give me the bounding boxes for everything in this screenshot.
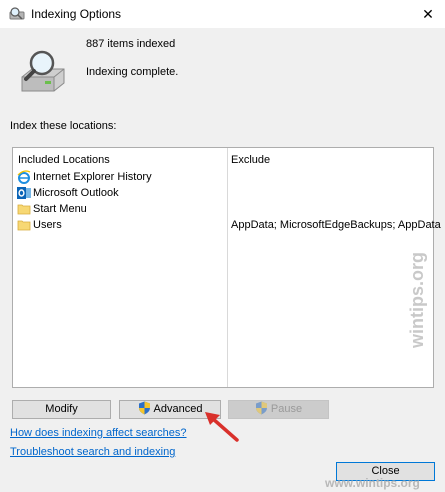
watermark-side: wintips.org	[407, 252, 427, 348]
window-title: Indexing Options	[31, 7, 122, 21]
window-close-button[interactable]: ✕	[411, 0, 445, 28]
advanced-button-label: Advanced	[153, 403, 203, 415]
uac-shield-icon	[255, 401, 267, 415]
pause-button-label: Pause	[270, 403, 303, 415]
watermark-bottom: www.wintips.org	[325, 476, 420, 490]
list-item[interactable]: Microsoft Outlook	[16, 186, 431, 202]
location-name: Start Menu	[33, 203, 87, 215]
column-header-exclude[interactable]: Exclude	[231, 154, 270, 166]
locations-label: Index these locations:	[10, 120, 117, 132]
list-item[interactable]: Users AppData; MicrosoftEdgeBackups; App…	[16, 218, 441, 234]
uac-shield-icon	[138, 401, 150, 415]
title-bar: Indexing Options ✕	[0, 0, 445, 28]
modify-button[interactable]: Modify	[12, 400, 111, 419]
troubleshoot-link[interactable]: Troubleshoot search and indexing	[10, 446, 175, 458]
modify-button-label: Modify	[45, 403, 78, 415]
list-item[interactable]: Start Menu	[16, 202, 431, 218]
hard-drive-search-icon	[21, 50, 65, 92]
folder-icon	[17, 204, 31, 215]
items-indexed-count: 887 items indexed	[86, 38, 176, 50]
internet-explorer-icon	[17, 170, 31, 184]
location-name: Users	[33, 219, 62, 231]
indexing-options-icon	[9, 7, 25, 20]
list-item[interactable]: Internet Explorer History	[16, 170, 431, 186]
how-indexing-link[interactable]: How does indexing affect searches?	[10, 427, 187, 439]
location-name: Microsoft Outlook	[33, 187, 119, 199]
location-name: Internet Explorer History	[33, 171, 152, 183]
outlook-icon	[17, 187, 31, 199]
column-header-included[interactable]: Included Locations	[18, 154, 110, 166]
indexing-status: Indexing complete.	[86, 66, 179, 78]
annotation-arrow	[205, 412, 239, 442]
folder-icon	[17, 220, 31, 231]
locations-list[interactable]: Included Locations Exclude Internet Expl…	[12, 147, 441, 388]
